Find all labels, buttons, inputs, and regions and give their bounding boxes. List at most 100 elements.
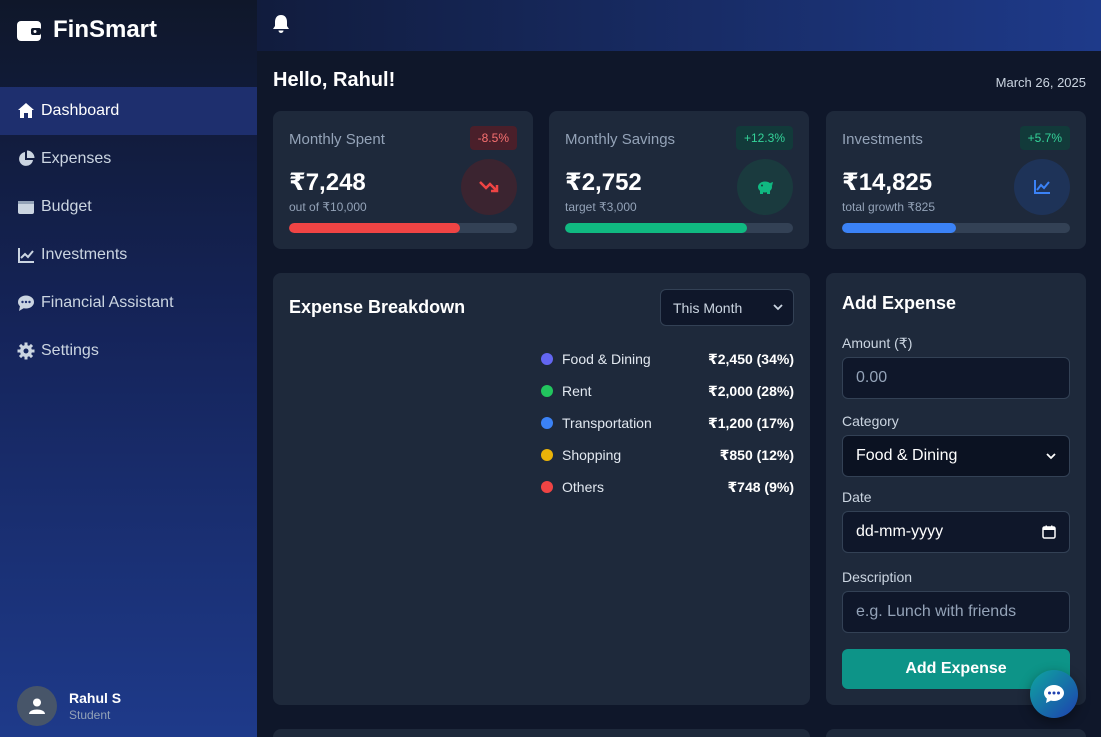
status-badge: +5.7%: [1019, 126, 1070, 150]
legend-label: Transportation: [562, 415, 652, 431]
date-input[interactable]: dd-mm-yyyy: [842, 511, 1070, 553]
sidebar-item-label: Settings: [41, 342, 99, 359]
stat-value: ₹2,752: [565, 169, 642, 196]
sidebar-item-investments[interactable]: Investments: [0, 231, 257, 279]
chevron-down-icon: [773, 304, 783, 311]
list-item: Others ₹748 (9%): [541, 471, 794, 503]
sidebar-item-dashboard[interactable]: Dashboard: [0, 87, 257, 135]
list-item: Food & Dining ₹2,450 (34%): [541, 343, 794, 375]
expense-breakdown-card: Expense Breakdown This Month Food & Dini…: [273, 273, 810, 705]
section-title: Expense Breakdown: [289, 297, 466, 317]
date-label: Date: [842, 489, 872, 505]
bottom-card: [826, 729, 1086, 737]
stat-title: Monthly Savings: [565, 131, 676, 148]
sidebar-item-expenses[interactable]: Expenses: [0, 135, 257, 183]
list-item: Rent ₹2,000 (28%): [541, 375, 794, 407]
stat-title: Investments: [842, 131, 923, 148]
description-placeholder: e.g. Lunch with friends: [856, 603, 1017, 620]
legend-value: ₹2,450 (34%): [707, 350, 794, 367]
sidebar-item-financial-assistant[interactable]: Financial Assistant: [0, 279, 257, 327]
bottom-card: [273, 729, 810, 737]
chevron-down-icon: [1046, 452, 1056, 459]
legend-value: ₹748 (9%): [727, 478, 794, 495]
progress-bar: [565, 223, 793, 233]
line-chart-icon: [18, 248, 34, 263]
user-role: Student: [69, 708, 111, 722]
piggy-bank-icon: [737, 159, 793, 215]
period-select-value: This Month: [673, 299, 743, 316]
user-name: Rahul S: [69, 690, 122, 706]
sidebar-item-settings[interactable]: Settings: [0, 327, 257, 375]
stat-card-investments: Investments +5.7% ₹14,825 total growth ₹…: [826, 111, 1086, 249]
sidebar-item-label: Budget: [41, 198, 92, 215]
sidebar-nav: Dashboard Expenses Budget Investments Fi…: [0, 87, 257, 375]
stat-card-monthly-spent: Monthly Spent -8.5% ₹7,248 out of ₹10,00…: [273, 111, 533, 249]
legend-dot: [541, 385, 553, 397]
comment-dots-icon: [18, 295, 34, 311]
legend-label: Rent: [562, 383, 592, 399]
stat-card-monthly-savings: Monthly Savings +12.3% ₹2,752 target ₹3,…: [549, 111, 809, 249]
brand[interactable]: FinSmart: [17, 16, 157, 44]
progress-fill: [565, 223, 748, 233]
amount-placeholder: 0.00: [856, 369, 888, 386]
stat-subtitle: target ₹3,000: [565, 200, 637, 214]
legend-dot: [541, 417, 553, 429]
amount-input[interactable]: 0.00: [842, 357, 1070, 399]
description-input[interactable]: e.g. Lunch with friends: [842, 591, 1070, 633]
stat-value: ₹7,248: [289, 169, 366, 196]
status-badge: -8.5%: [469, 126, 517, 150]
sidebar-item-label: Expenses: [41, 150, 112, 167]
stat-subtitle: total growth ₹825: [842, 200, 936, 214]
user-profile[interactable]: Rahul S Student: [17, 686, 121, 726]
gear-icon: [17, 342, 35, 360]
category-select-value: Food & Dining: [856, 447, 958, 464]
chart-line-icon: [1014, 159, 1070, 215]
app-name: FinSmart: [53, 16, 158, 43]
sidebar: FinSmart Dashboard Expenses Budget Inves…: [0, 0, 257, 737]
legend-label: Food & Dining: [562, 351, 651, 367]
list-item: Transportation ₹1,200 (17%): [541, 407, 794, 439]
list-item: Shopping ₹850 (12%): [541, 439, 794, 471]
amount-label: Amount (₹): [842, 335, 913, 351]
wallet-icon: [18, 201, 34, 214]
category-select[interactable]: Food & Dining: [842, 435, 1070, 477]
sidebar-item-budget[interactable]: Budget: [0, 183, 257, 231]
sidebar-item-label: Dashboard: [41, 102, 120, 119]
calendar-icon[interactable]: [1042, 525, 1056, 539]
section-title: Add Expense: [842, 293, 957, 313]
wallet-icon: [17, 21, 41, 41]
pie-chart-icon: [19, 150, 35, 166]
page-title: Hello, Rahul!: [273, 69, 396, 91]
legend-value: ₹850 (12%): [719, 446, 794, 463]
bell-icon[interactable]: [272, 14, 290, 34]
progress-fill: [289, 223, 460, 233]
period-select[interactable]: This Month: [660, 289, 794, 326]
avatar: [17, 686, 57, 726]
category-label: Category: [842, 413, 899, 429]
legend-value: ₹1,200 (17%): [707, 414, 794, 431]
legend-label: Others: [562, 479, 605, 495]
date-placeholder: dd-mm-yyyy: [856, 523, 944, 540]
topbar: [257, 0, 1101, 51]
progress-bar: [289, 223, 517, 233]
legend-dot: [541, 449, 553, 461]
chat-button[interactable]: [1030, 670, 1078, 718]
stat-subtitle: out of ₹10,000: [289, 200, 367, 214]
home-icon: [18, 103, 34, 118]
trend-down-icon: [461, 159, 517, 215]
current-date: March 26, 2025: [995, 75, 1086, 90]
stat-title: Monthly Spent: [289, 131, 385, 148]
status-badge: +12.3%: [735, 126, 793, 150]
sidebar-item-label: Investments: [41, 246, 128, 263]
progress-fill: [842, 223, 956, 233]
legend-dot: [541, 481, 553, 493]
progress-bar: [842, 223, 1070, 233]
comment-dots-icon: [1044, 685, 1064, 703]
add-expense-card: Add Expense Amount (₹) 0.00 Category Foo…: [826, 273, 1086, 705]
legend-label: Shopping: [562, 447, 622, 463]
user-icon: [29, 698, 45, 714]
legend-dot: [541, 353, 553, 365]
legend-value: ₹2,000 (28%): [707, 382, 794, 399]
description-label: Description: [842, 569, 913, 585]
breakdown-legend: Food & Dining ₹2,450 (34%) Rent ₹2,000 (…: [541, 343, 794, 503]
